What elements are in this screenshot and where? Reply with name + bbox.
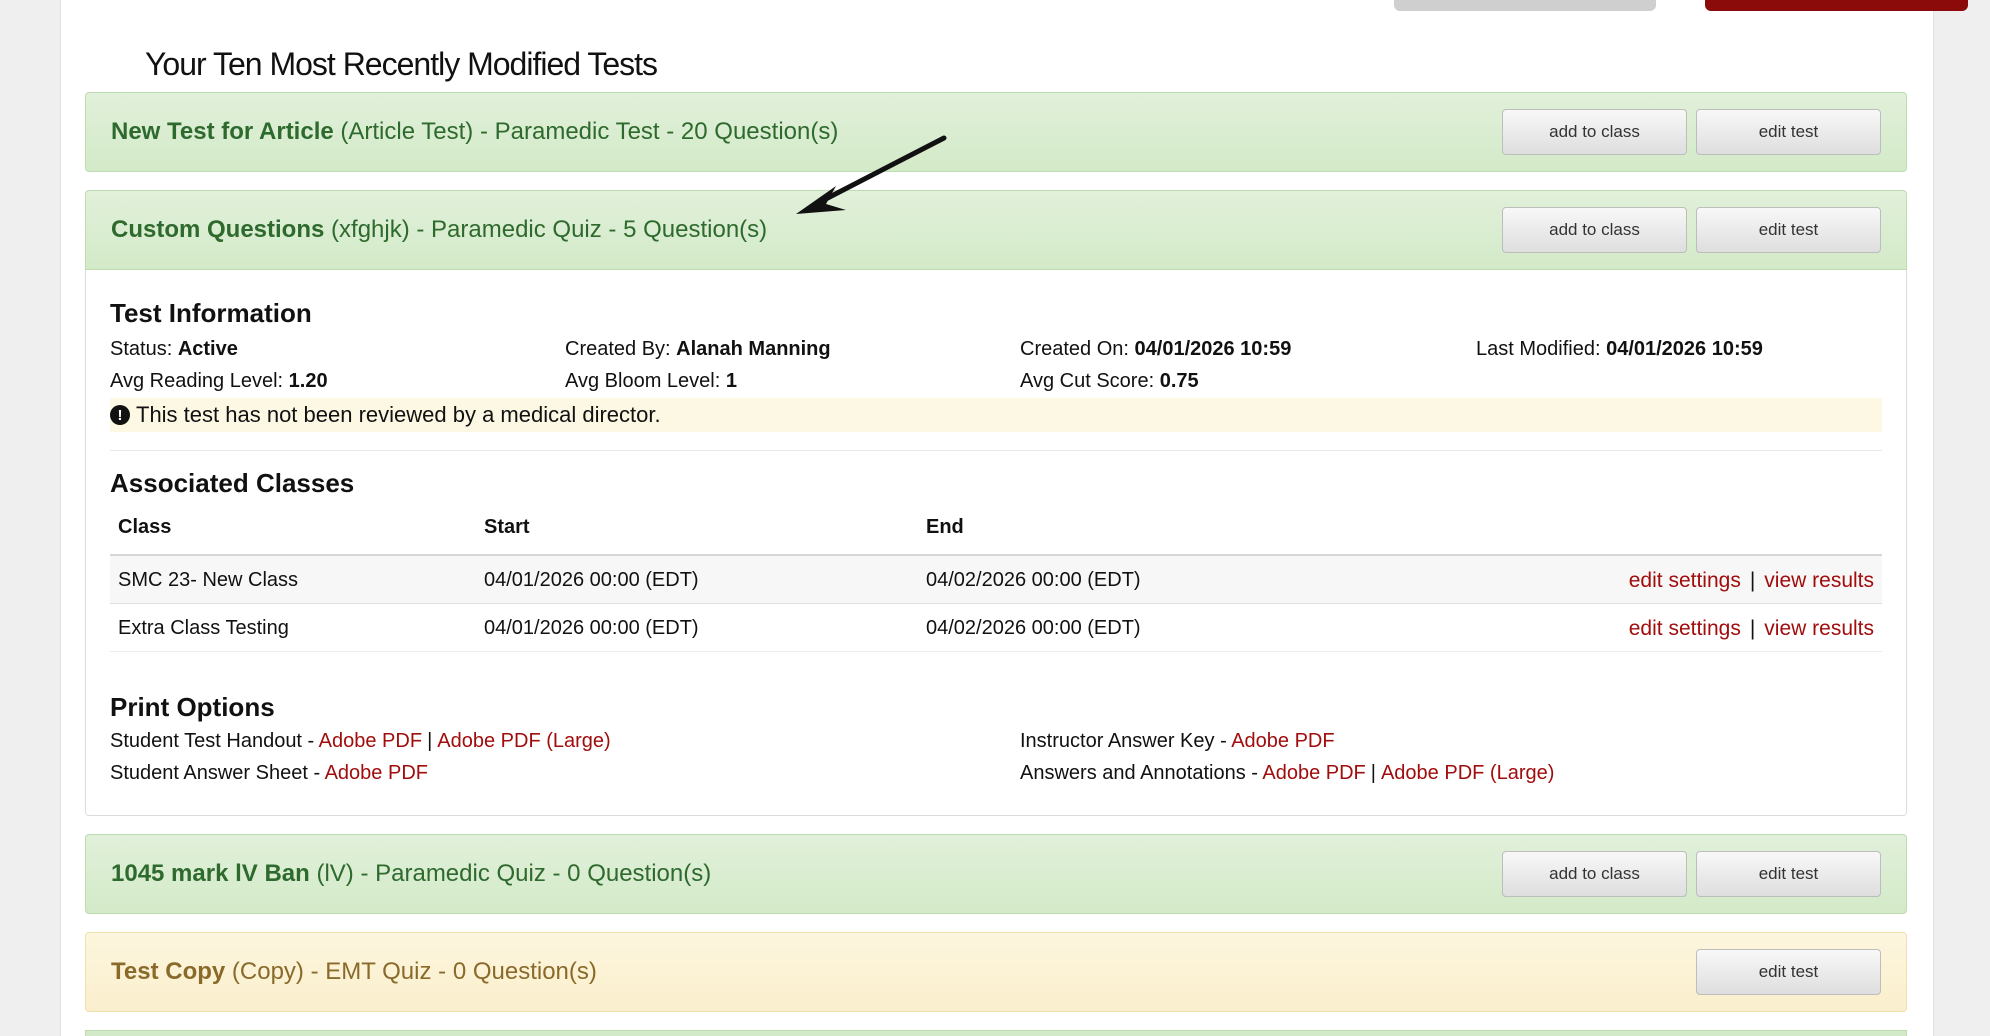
print-label: Student Test Handout - [110,730,319,752]
adobe-pdf-link[interactable]: Adobe PDF [319,730,422,752]
reading-level-value: 1.20 [288,370,328,392]
divider [110,450,1882,451]
add-to-class-button[interactable]: add to class [1502,851,1687,897]
class-end: 04/02/2026 00:00 (EDT) [926,617,1141,639]
test-meta: (lV) - Paramedic Quiz - 0 Question(s) [309,860,712,887]
warning-text: This test has not been reviewed by a med… [136,402,661,427]
add-to-class-button[interactable]: add to class [1502,109,1687,155]
adobe-pdf-link[interactable]: Adobe PDF [325,762,428,784]
created-on-info: Created On: 04/01/2026 10:59 [1020,338,1291,361]
class-start: 04/01/2026 00:00 (EDT) [484,617,699,639]
test-name: Test Copy [111,958,226,985]
test-title[interactable]: Custom Questions (xfghjk) - Paramedic Qu… [111,216,767,244]
class-name: SMC 23- New Class [118,569,299,591]
status-value: Active [177,338,238,360]
test-meta: (Article Test) - Paramedic Test - 20 Que… [333,118,839,145]
student-test-handout: Student Test Handout - Adobe PDF | Adobe P… [110,730,611,753]
bloom-level-label: Avg Bloom Level: [565,370,721,392]
adobe-pdf-large-link[interactable]: Adobe PDF (Large) [1381,762,1554,784]
table-row: SMC 23- New Class 04/01/2026 00:00 (EDT)… [110,556,1882,604]
student-answer-sheet: Student Answer Sheet - Adobe PDF [110,762,428,785]
test-card-header[interactable]: New Test for Article (Article Test) - Pa… [85,92,1907,172]
associated-classes-title: Associated Classes [110,468,355,498]
last-modified-value: 04/01/2026 10:59 [1606,338,1763,360]
separator: | [427,730,433,752]
test-name: Custom Questions [111,216,325,243]
cut-score-value: 0.75 [1159,370,1199,392]
created-on-value: 04/01/2026 10:59 [1134,338,1292,360]
class-name: Extra Class Testing [118,617,289,639]
print-label: Student Answer Sheet - [110,762,325,784]
print-label: Answers and Annotations - [1020,762,1263,784]
test-title[interactable]: New Test for Article (Article Test) - Pa… [111,118,838,146]
test-card-header[interactable]: Test Copy (Copy) - EMT Quiz - 0 Question… [85,932,1907,1012]
status-label: Status: [110,338,173,360]
test-meta: (xfghjk) - Paramedic Quiz - 5 Question(s… [324,216,768,243]
test-meta: (Copy) - EMT Quiz - 0 Question(s) [225,958,597,985]
edit-settings-link[interactable]: edit settings [1629,569,1741,592]
row-actions: edit settings | view results [1629,569,1874,593]
separator: | [1749,569,1756,592]
created-by-info: Created By: Alanah Manning [565,338,831,361]
test-title[interactable]: Test Copy (Copy) - EMT Quiz - 0 Question… [111,958,597,986]
edit-test-button[interactable]: edit test [1696,851,1881,897]
view-results-link[interactable]: view results [1764,569,1874,592]
page-heading: Your Ten Most Recently Modified Tests [145,46,658,82]
status-info: Status: Active [110,338,238,361]
test-title[interactable]: 1045 mark lV Ban (lV) - Paramedic Quiz -… [111,860,711,888]
print-label: Instructor Answer Key - [1020,730,1232,752]
edit-test-button[interactable]: edit test [1696,949,1881,995]
test-details-panel: Test Information Status: Active Created … [85,270,1907,816]
edit-test-button[interactable]: edit test [1696,207,1881,253]
class-start: 04/01/2026 00:00 (EDT) [484,569,699,591]
adobe-pdf-large-link[interactable]: Adobe PDF (Large) [437,730,610,752]
bloom-level-value: 1 [725,370,737,392]
created-by-value: Alanah Manning [676,338,831,360]
test-name: New Test for Article [111,118,334,145]
instructor-answer-key: Instructor Answer Key - Adobe PDF [1020,730,1335,753]
created-on-label: Created On: [1020,338,1129,360]
edit-settings-link[interactable]: edit settings [1629,617,1741,640]
class-end: 04/02/2026 00:00 (EDT) [926,569,1141,591]
table-row: Extra Class Testing 04/01/2026 00:00 (ED… [110,604,1882,652]
cut-score-info: Avg Cut Score: 0.75 [1020,370,1199,393]
adobe-pdf-link[interactable]: Adobe PDF [1262,762,1365,784]
answers-and-annotations: Answers and Annotations - Adobe PDF | Adob… [1020,762,1554,785]
cut-score-label: Avg Cut Score: [1020,370,1155,392]
column-header-end: End [926,516,964,538]
review-warning: ! This test has not been reviewed by a m… [110,398,1882,432]
test-information-title: Test Information [110,298,312,328]
last-modified-info: Last Modified: 04/01/2026 10:59 [1476,338,1763,361]
column-header-class: Class [118,516,172,538]
edit-test-button[interactable]: edit test [1696,109,1881,155]
separator: | [1370,762,1376,784]
column-header-start: Start [484,516,530,538]
reading-level-info: Avg Reading Level: 1.20 [110,370,328,393]
next-test-card-edge [85,1030,1907,1036]
test-name: 1045 mark lV Ban [111,860,310,887]
print-options-title: Print Options [110,692,275,722]
view-results-link[interactable]: view results [1764,617,1874,640]
exclamation-icon: ! [110,405,130,425]
add-to-class-button[interactable]: add to class [1502,207,1687,253]
adobe-pdf-link[interactable]: Adobe PDF [1231,730,1334,752]
test-card-header[interactable]: 1045 mark lV Ban (lV) - Paramedic Quiz -… [85,834,1907,914]
row-actions: edit settings | view results [1629,617,1874,641]
top-primary-button[interactable] [1705,0,1968,11]
last-modified-label: Last Modified: [1476,338,1601,360]
reading-level-label: Avg Reading Level: [110,370,284,392]
top-secondary-button[interactable] [1394,0,1656,11]
test-card-header[interactable]: Custom Questions (xfghjk) - Paramedic Qu… [85,190,1907,270]
separator: | [1749,617,1756,640]
bloom-level-info: Avg Bloom Level: 1 [565,370,737,393]
created-by-label: Created By: [565,338,671,360]
